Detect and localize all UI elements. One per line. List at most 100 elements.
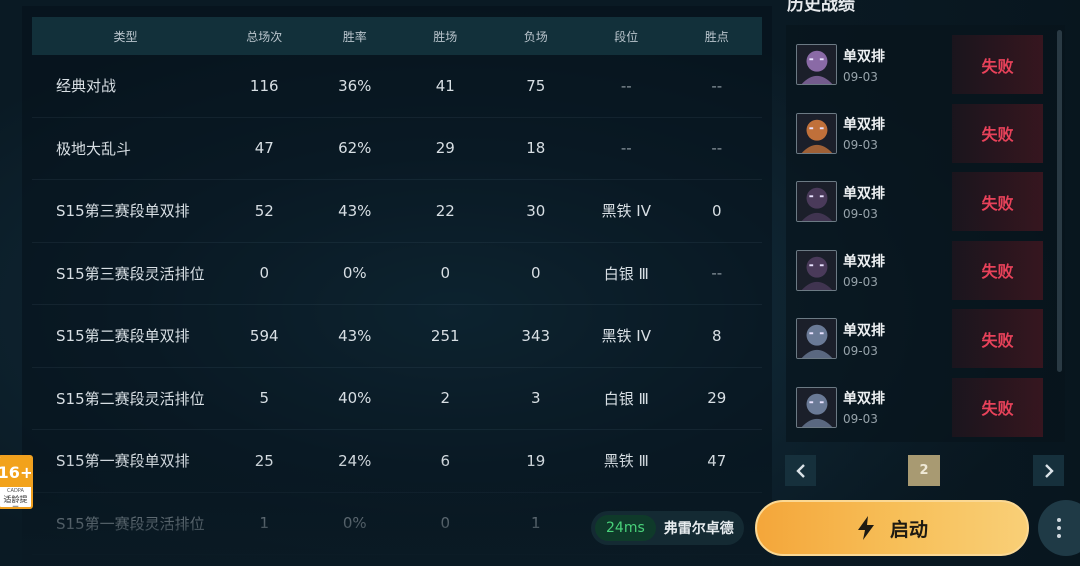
- cell-lp: 29: [707, 389, 727, 408]
- cell-rank: 白银 Ⅲ: [603, 389, 649, 408]
- stats-table-body: 经典对战 116 36% 41 75 -- -- 极地大乱斗 47 62% 29 18 -- -- S15第…: [32, 55, 762, 555]
- champion-avatar: [796, 249, 837, 291]
- header-type: 类型: [113, 29, 138, 44]
- match-result: 失败: [952, 377, 1043, 437]
- cell-lp: 8: [711, 326, 722, 345]
- cell-lp: 0: [711, 201, 722, 220]
- ping-indicator: 24ms: [595, 515, 656, 541]
- table-row: S15第三赛段单双排 52 43% 22 30 黑铁 IV 0: [32, 180, 762, 243]
- match-item[interactable]: 单双排 09-03 失败: [796, 240, 1043, 300]
- cell-total: 1: [259, 514, 270, 533]
- match-date: 09-03: [843, 69, 878, 84]
- match-item[interactable]: 单双排 09-03 失败: [796, 309, 1043, 368]
- cell-total: 0: [259, 264, 270, 283]
- cell-type: S15第二赛段灵活排位: [56, 389, 205, 408]
- cell-wins: 0: [440, 264, 451, 283]
- cell-winrate: 0%: [342, 514, 367, 533]
- match-date: 09-03: [843, 206, 878, 221]
- cell-total: 52: [254, 201, 274, 220]
- cell-total: 594: [249, 326, 279, 345]
- chevron-left-icon: [795, 463, 805, 478]
- champion-avatar: [796, 112, 837, 154]
- match-info: 单双排 09-03: [843, 114, 885, 152]
- cell-wins: 29: [435, 139, 455, 158]
- launch-label: 启动: [889, 518, 928, 541]
- table-row: 极地大乱斗 47 62% 29 18 -- --: [32, 118, 762, 180]
- cell-losses: 75: [526, 76, 546, 95]
- cell-losses: 18: [526, 139, 546, 158]
- header-rank: 段位: [614, 29, 639, 44]
- cell-losses: 30: [526, 201, 546, 220]
- cell-losses: 1: [530, 514, 541, 533]
- table-row: S15第一赛段单双排 25 24% 6 19 黑铁 Ⅲ 47: [32, 430, 762, 493]
- header-winrate: 胜率: [342, 29, 367, 44]
- match-item[interactable]: 单双排 09-03 失败: [796, 35, 1043, 94]
- match-item[interactable]: 单双排 09-03 失败: [796, 103, 1043, 163]
- match-item[interactable]: 单双排 09-03 失败: [796, 172, 1043, 231]
- cell-winrate: 40%: [338, 389, 372, 408]
- cell-wins: 251: [430, 326, 460, 345]
- age-rating-org: CADPA: [7, 488, 24, 494]
- cell-lp: --: [711, 139, 723, 158]
- cell-winrate: 36%: [338, 76, 372, 95]
- age-rating: 16+: [0, 457, 31, 487]
- header-losses: 负场: [523, 29, 548, 44]
- cell-type: S15第一赛段单双排: [56, 452, 190, 471]
- match-mode: 单双排: [843, 254, 885, 270]
- match-mode: 单双排: [843, 185, 885, 202]
- match-item[interactable]: 单双排 09-03 失败: [796, 377, 1043, 437]
- cell-total: 47: [254, 139, 274, 158]
- match-info: 单双排 09-03: [843, 183, 885, 221]
- prev-page-button[interactable]: [785, 455, 816, 486]
- match-result: 失败: [952, 309, 1043, 368]
- cell-losses: 19: [526, 451, 546, 470]
- cell-rank: 黑铁 IV: [601, 202, 651, 221]
- cell-winrate: 62%: [338, 139, 372, 158]
- table-row: S15第三赛段灵活排位 0 0% 0 0 白银 Ⅲ --: [32, 243, 762, 305]
- match-mode: 单双排: [843, 391, 885, 407]
- cell-type: S15第三赛段单双排: [56, 202, 190, 221]
- match-mode: 单双排: [843, 117, 885, 133]
- header-lp: 胜点: [704, 29, 729, 44]
- match-result: 失败: [952, 240, 1043, 300]
- cell-type: S15第一赛段灵活排位: [56, 514, 205, 533]
- cell-losses: 3: [530, 389, 541, 408]
- lightning-icon: [857, 516, 874, 540]
- champion-avatar: [796, 318, 837, 359]
- cell-wins: 0: [440, 514, 451, 533]
- table-row: S15第二赛段单双排 594 43% 251 343 黑铁 IV 8: [32, 305, 762, 368]
- cell-type: S15第三赛段灵活排位: [56, 264, 205, 283]
- age-rating-badge: 16+ CADPA 适龄提示: [0, 455, 33, 509]
- cell-type: S15第二赛段单双排: [56, 327, 190, 346]
- next-page-button[interactable]: [1033, 455, 1064, 486]
- cell-winrate: 0%: [342, 264, 367, 283]
- cell-lp: --: [711, 76, 723, 95]
- cell-winrate: 24%: [338, 451, 372, 470]
- server-status[interactable]: 24ms 弗雷尔卓德: [591, 511, 744, 545]
- match-info: 单双排 09-03: [843, 251, 885, 289]
- stats-panel: 类型 总场次 胜率 胜场 负场 段位 胜点 经典对战 116 36% 41 75 -- --…: [22, 6, 772, 566]
- match-result: 失败: [952, 35, 1043, 94]
- match-mode: 单双排: [843, 322, 885, 339]
- match-date: 09-03: [843, 275, 878, 289]
- cell-total: 5: [259, 389, 270, 408]
- cell-wins: 6: [440, 451, 451, 470]
- cell-rank: 白银 Ⅲ: [603, 264, 649, 283]
- current-page[interactable]: 2: [908, 455, 940, 486]
- cell-wins: 22: [435, 201, 455, 220]
- cell-wins: 41: [435, 76, 455, 95]
- cell-wins: 2: [440, 389, 451, 408]
- champion-avatar: [796, 44, 837, 85]
- match-history-list: 单双排 09-03 失败 单双排 09-03 失败 单双排 09-03 失败 单双排 09-03 失败…: [786, 25, 1065, 442]
- match-date: 09-03: [843, 343, 878, 358]
- history-title: 历史战绩: [787, 0, 855, 15]
- history-scrollbar[interactable]: [1057, 30, 1062, 372]
- age-rating-tip: 适龄提示: [3, 495, 28, 507]
- cell-rank: 黑铁 Ⅲ: [603, 452, 649, 471]
- match-date: 09-03: [843, 412, 878, 426]
- match-mode: 单双排: [843, 48, 885, 65]
- launch-button[interactable]: 启动: [755, 500, 1029, 556]
- cell-lp: 47: [707, 451, 727, 470]
- table-row: S15第二赛段灵活排位 5 40% 2 3 白银 Ⅲ 29: [32, 368, 762, 430]
- stats-table-header: 类型 总场次 胜率 胜场 负场 段位 胜点: [32, 17, 762, 55]
